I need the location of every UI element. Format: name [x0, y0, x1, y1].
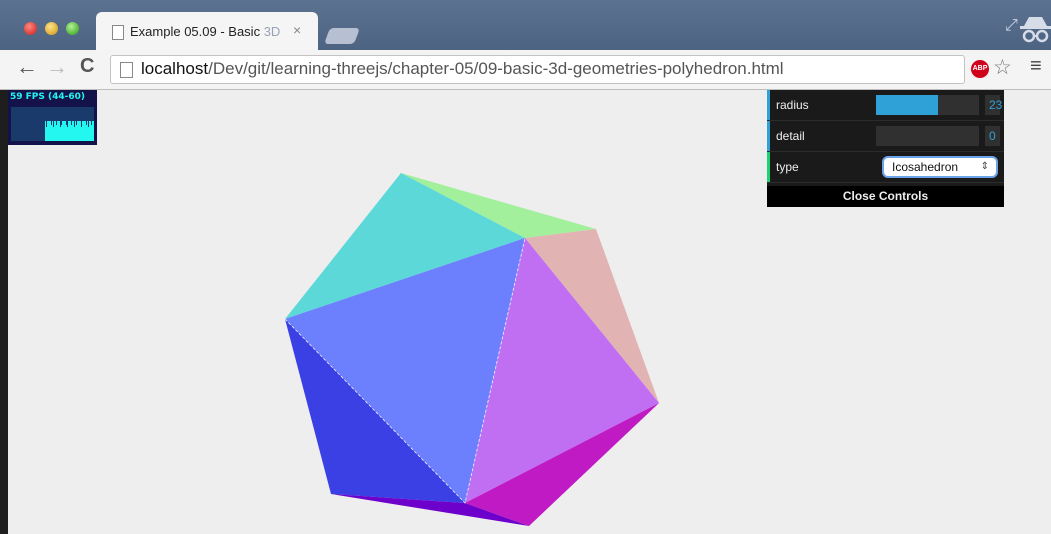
radius-input[interactable]: 23: [985, 95, 1002, 115]
incognito-icon: [1020, 17, 1051, 43]
back-arrow-icon[interactable]: ←: [16, 54, 38, 80]
tab-close-icon[interactable]: ×: [293, 22, 301, 38]
minimize-window-button[interactable]: [45, 22, 58, 35]
address-bar[interactable]: localhost/Dev/git/learning-threejs/chapt…: [110, 55, 965, 84]
type-row: type Icosahedron ⇕: [767, 152, 1004, 183]
browser-window: Example 05.09 - Basic 3D × ⤢ ← → C local…: [0, 0, 1051, 534]
url-host: localhost: [141, 59, 209, 78]
adblock-icon[interactable]: ABP: [971, 60, 989, 78]
reload-icon[interactable]: C: [80, 55, 94, 78]
fullscreen-icon[interactable]: ⤢: [1005, 17, 1018, 35]
fps-graph: [11, 107, 94, 141]
detail-label: detail: [776, 129, 805, 143]
url-text[interactable]: localhost/Dev/git/learning-threejs/chapt…: [141, 59, 784, 79]
detail-row: detail 0: [767, 121, 1004, 152]
type-select-value: Icosahedron: [892, 160, 959, 174]
type-accent: [767, 152, 770, 182]
star-icon[interactable]: ☆: [993, 55, 1012, 80]
fps-graph-bar: [93, 121, 94, 141]
title-bar: Example 05.09 - Basic 3D × ⤢: [0, 0, 1051, 50]
radius-label: radius: [776, 98, 809, 112]
zoom-window-button[interactable]: [66, 22, 79, 35]
type-select[interactable]: Icosahedron ⇕: [884, 158, 996, 176]
page-icon: [120, 62, 133, 78]
new-tab-button[interactable]: [324, 28, 360, 44]
menu-icon[interactable]: ≡: [1030, 55, 1042, 78]
url-path: /Dev/git/learning-threejs/chapter-05/09-…: [208, 59, 784, 78]
radius-slider[interactable]: [876, 95, 979, 115]
tab-title-text: Example 05.09 - Basic: [130, 24, 264, 39]
controls-panel: radius 23 detail 0 type Icosahedron ⇕ Clo…: [767, 90, 1004, 207]
detail-accent: [767, 121, 770, 151]
close-window-button[interactable]: [24, 22, 37, 35]
radius-slider-fill: [876, 95, 938, 115]
detail-slider[interactable]: [876, 126, 979, 146]
forward-arrow-icon[interactable]: →: [46, 54, 68, 80]
tab-title: Example 05.09 - Basic 3D: [130, 24, 290, 39]
browser-tab[interactable]: Example 05.09 - Basic 3D ×: [96, 12, 318, 50]
fps-label: 59 FPS (44-60): [10, 92, 86, 102]
radius-row: radius 23: [767, 90, 1004, 121]
close-controls-button[interactable]: Close Controls: [767, 186, 1004, 207]
type-label: type: [776, 160, 799, 174]
webgl-viewport[interactable]: 59 FPS (44-60) radius 23 detail 0 type I…: [8, 90, 1051, 534]
select-arrows-icon: ⇕: [980, 161, 989, 172]
detail-input[interactable]: 0: [985, 126, 1000, 146]
page-icon: [112, 25, 124, 40]
radius-accent: [767, 90, 770, 120]
tab-title-fade: 3D: [263, 24, 281, 39]
browser-toolbar: ← → C localhost/Dev/git/learning-threejs…: [0, 50, 1051, 90]
fps-stats-panel[interactable]: 59 FPS (44-60): [8, 90, 97, 145]
